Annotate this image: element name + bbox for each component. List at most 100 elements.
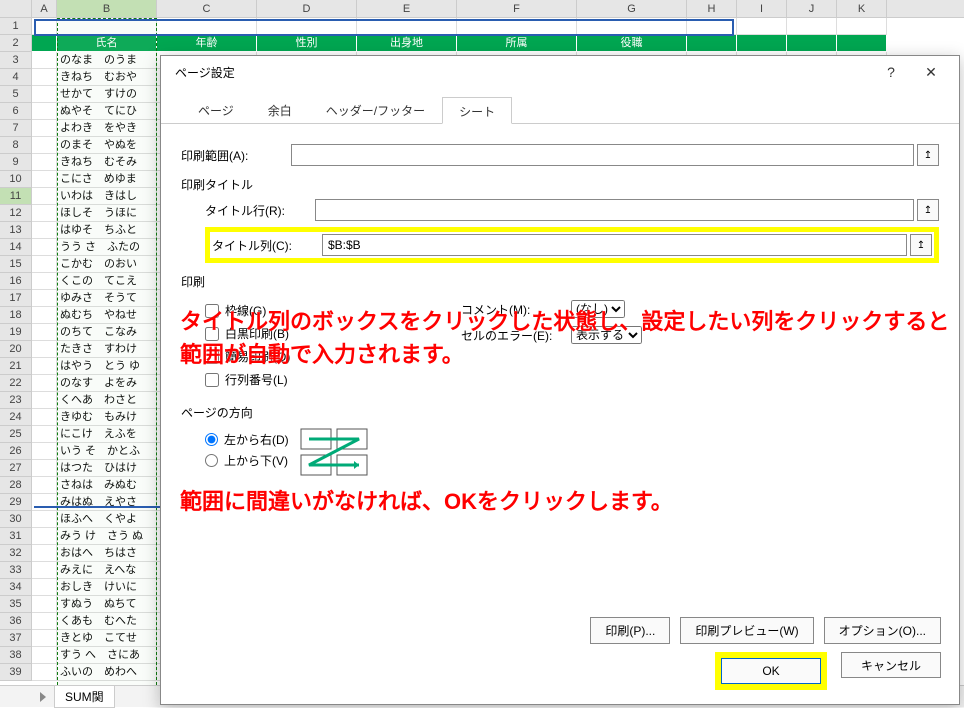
header-cell[interactable] bbox=[737, 35, 787, 52]
cell[interactable] bbox=[32, 239, 57, 256]
cell[interactable]: ぬむち やねせ bbox=[57, 307, 157, 324]
cell[interactable] bbox=[687, 18, 737, 35]
header-cell[interactable] bbox=[837, 35, 887, 52]
cell[interactable] bbox=[32, 69, 57, 86]
header-cell[interactable] bbox=[32, 35, 57, 52]
cell[interactable] bbox=[457, 18, 577, 35]
rowcol-checkbox[interactable] bbox=[205, 373, 219, 387]
cell[interactable]: おしき けいに bbox=[57, 579, 157, 596]
row-header-28[interactable]: 28 bbox=[0, 477, 32, 494]
header-cell[interactable] bbox=[687, 35, 737, 52]
row-header-17[interactable]: 17 bbox=[0, 290, 32, 307]
cell[interactable]: おはへ ちはさ bbox=[57, 545, 157, 562]
row-header-30[interactable]: 30 bbox=[0, 511, 32, 528]
cell[interactable]: ほふへ くやよ bbox=[57, 511, 157, 528]
print-area-input[interactable] bbox=[291, 144, 914, 166]
row-header-15[interactable]: 15 bbox=[0, 256, 32, 273]
row-header-5[interactable]: 5 bbox=[0, 86, 32, 103]
cell[interactable]: みはぬ えやさ bbox=[57, 494, 157, 511]
cell[interactable]: さねは みぬむ bbox=[57, 477, 157, 494]
cell[interactable] bbox=[357, 18, 457, 35]
cell[interactable] bbox=[32, 392, 57, 409]
row-header-33[interactable]: 33 bbox=[0, 562, 32, 579]
cell[interactable] bbox=[577, 18, 687, 35]
range-selector-icon[interactable]: ↥ bbox=[910, 234, 932, 256]
cell[interactable] bbox=[32, 477, 57, 494]
cell[interactable] bbox=[32, 103, 57, 120]
row-header-22[interactable]: 22 bbox=[0, 375, 32, 392]
sheet-tab[interactable]: SUM関 bbox=[54, 685, 115, 708]
cell[interactable]: よわき をやき bbox=[57, 120, 157, 137]
cell[interactable] bbox=[32, 341, 57, 358]
cell[interactable] bbox=[32, 86, 57, 103]
col-header-A[interactable]: A bbox=[32, 0, 57, 17]
cell[interactable]: たきさ すわけ bbox=[57, 341, 157, 358]
col-header-H[interactable]: H bbox=[687, 0, 737, 17]
cell[interactable]: ゆみさ そうて bbox=[57, 290, 157, 307]
cell[interactable]: きゆむ もみけ bbox=[57, 409, 157, 426]
cell[interactable] bbox=[32, 613, 57, 630]
cell[interactable] bbox=[32, 375, 57, 392]
cell[interactable]: はやう とう ゆ bbox=[57, 358, 157, 375]
cell[interactable] bbox=[32, 120, 57, 137]
cell[interactable] bbox=[157, 18, 257, 35]
cell[interactable]: いわは きはし bbox=[57, 188, 157, 205]
row-header-21[interactable]: 21 bbox=[0, 358, 32, 375]
col-header-G[interactable]: G bbox=[577, 0, 687, 17]
col-header-C[interactable]: C bbox=[157, 0, 257, 17]
tab-page[interactable]: ページ bbox=[181, 96, 251, 123]
cell[interactable]: いう そ かとふ bbox=[57, 443, 157, 460]
options-button[interactable]: オプション(O)... bbox=[824, 617, 941, 644]
cell[interactable] bbox=[32, 273, 57, 290]
row-header-25[interactable]: 25 bbox=[0, 426, 32, 443]
cell[interactable]: ふいの めわへ bbox=[57, 664, 157, 681]
range-selector-icon[interactable]: ↥ bbox=[917, 144, 939, 166]
col-header-J[interactable]: J bbox=[787, 0, 837, 17]
cell[interactable] bbox=[32, 443, 57, 460]
tab-margins[interactable]: 余白 bbox=[251, 96, 309, 123]
cell[interactable] bbox=[32, 511, 57, 528]
row-header-14[interactable]: 14 bbox=[0, 239, 32, 256]
cell[interactable] bbox=[32, 494, 57, 511]
cell[interactable] bbox=[32, 630, 57, 647]
header-cell[interactable] bbox=[787, 35, 837, 52]
cell[interactable]: きねち むそみ bbox=[57, 154, 157, 171]
cell[interactable]: くへあ わさと bbox=[57, 392, 157, 409]
cell[interactable]: うう さ ふたの bbox=[57, 239, 157, 256]
row-header-19[interactable]: 19 bbox=[0, 324, 32, 341]
cell[interactable] bbox=[32, 137, 57, 154]
cell[interactable] bbox=[32, 290, 57, 307]
cell[interactable] bbox=[57, 18, 157, 35]
ltr-radio[interactable] bbox=[205, 433, 218, 446]
cell[interactable]: はつた ひはけ bbox=[57, 460, 157, 477]
row-header-34[interactable]: 34 bbox=[0, 579, 32, 596]
row-header-27[interactable]: 27 bbox=[0, 460, 32, 477]
col-header-D[interactable]: D bbox=[257, 0, 357, 17]
row-header-3[interactable]: 3 bbox=[0, 52, 32, 69]
row-header-13[interactable]: 13 bbox=[0, 222, 32, 239]
sheet-nav-icon[interactable] bbox=[40, 692, 46, 702]
cell[interactable] bbox=[737, 18, 787, 35]
cell[interactable]: こにさ めゆま bbox=[57, 171, 157, 188]
row-header-10[interactable]: 10 bbox=[0, 171, 32, 188]
header-cell[interactable]: 性別 bbox=[257, 35, 357, 52]
cell[interactable] bbox=[837, 18, 887, 35]
cell[interactable]: ほしそ うほに bbox=[57, 205, 157, 222]
cell[interactable]: くあも むへた bbox=[57, 613, 157, 630]
row-header-35[interactable]: 35 bbox=[0, 596, 32, 613]
header-cell[interactable]: 年齢 bbox=[157, 35, 257, 52]
row-header-23[interactable]: 23 bbox=[0, 392, 32, 409]
cell[interactable] bbox=[257, 18, 357, 35]
row-header-2[interactable]: 2 bbox=[0, 35, 32, 52]
print-button[interactable]: 印刷(P)... bbox=[590, 617, 670, 644]
cell[interactable]: のちて こなみ bbox=[57, 324, 157, 341]
cell[interactable]: にこけ えふを bbox=[57, 426, 157, 443]
row-header-16[interactable]: 16 bbox=[0, 273, 32, 290]
row-header-37[interactable]: 37 bbox=[0, 630, 32, 647]
row-header-8[interactable]: 8 bbox=[0, 137, 32, 154]
cell[interactable] bbox=[32, 18, 57, 35]
tab-sheet[interactable]: シート bbox=[442, 97, 512, 124]
header-cell[interactable]: 所属 bbox=[457, 35, 577, 52]
cell[interactable]: こかむ のおい bbox=[57, 256, 157, 273]
cell[interactable] bbox=[32, 52, 57, 69]
